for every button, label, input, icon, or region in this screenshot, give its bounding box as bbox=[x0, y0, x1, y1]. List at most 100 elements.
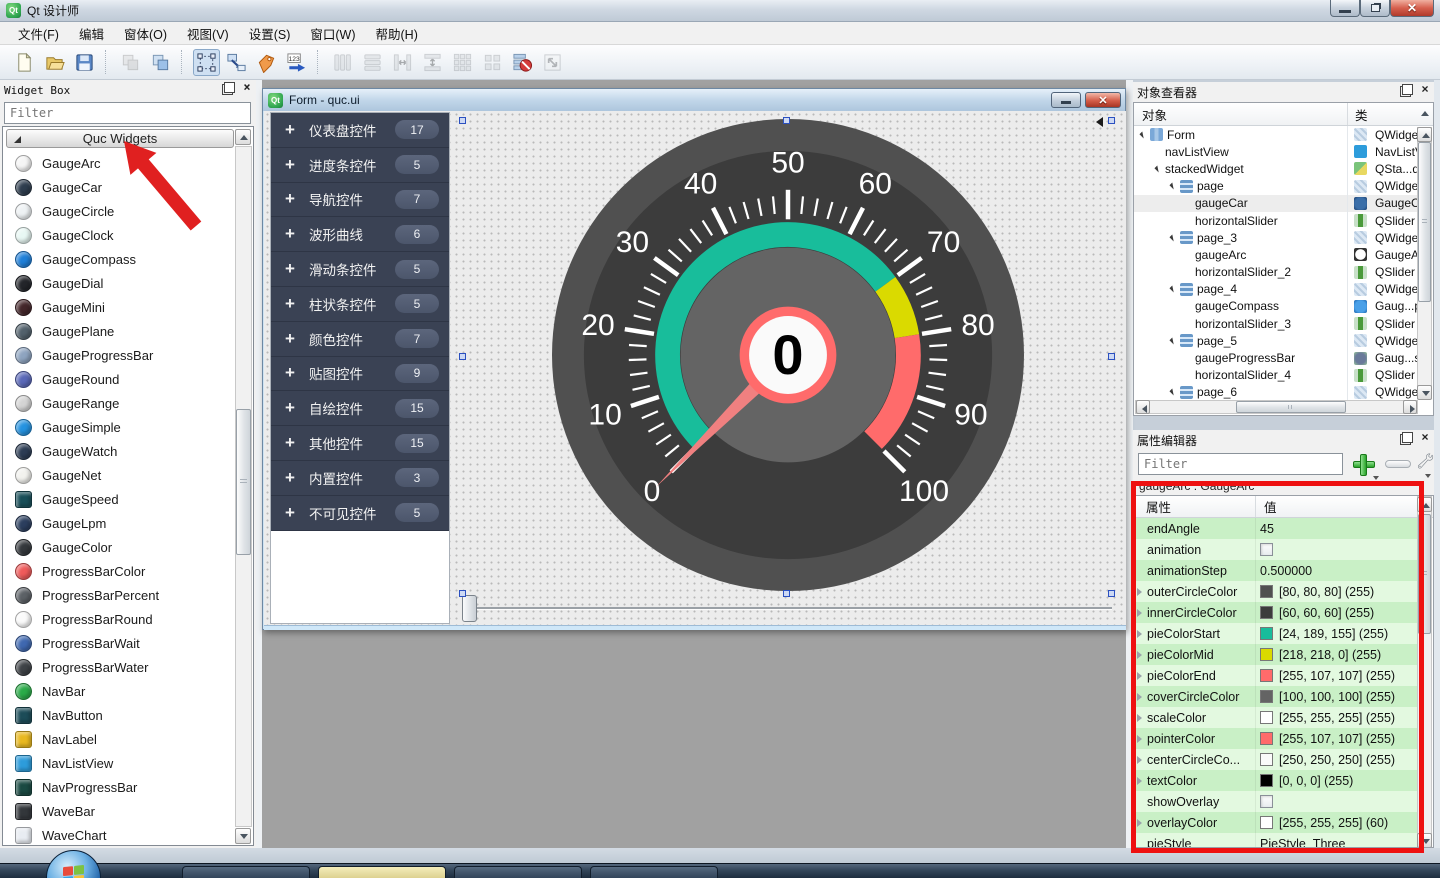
expander-icon[interactable] bbox=[1137, 777, 1142, 785]
selection-handle[interactable] bbox=[1108, 117, 1115, 124]
property-row-scaleColor[interactable]: scaleColor[255, 255, 255] (255) bbox=[1134, 707, 1420, 728]
menu-item-3[interactable]: 视图(V) bbox=[177, 21, 239, 46]
property-value-cell[interactable]: [250, 250, 250] (255) bbox=[1256, 749, 1420, 770]
property-value-cell[interactable]: [255, 107, 107] (255) bbox=[1256, 665, 1420, 686]
property-value-cell[interactable]: 45 bbox=[1256, 518, 1420, 539]
checkbox-unchecked[interactable] bbox=[1260, 795, 1273, 808]
break-layout-button[interactable] bbox=[509, 49, 536, 76]
widget-item-ProgressBarWait[interactable]: ProgressBarWait bbox=[5, 631, 235, 655]
object-tree-row-gaugeArc[interactable]: gaugeArcGaugeA bbox=[1134, 246, 1420, 263]
menu-item-4[interactable]: 设置(S) bbox=[239, 21, 301, 46]
widget-item-GaugeSpeed[interactable]: GaugeSpeed bbox=[5, 487, 235, 511]
object-tree-vscrollbar[interactable] bbox=[1417, 127, 1432, 399]
widget-item-GaugeLpm[interactable]: GaugeLpm bbox=[5, 511, 235, 535]
selection-handle[interactable] bbox=[783, 117, 790, 124]
property-row-overlayColor[interactable]: overlayColor[255, 255, 255] (60) bbox=[1134, 812, 1420, 833]
close-button[interactable]: ✕ bbox=[1390, 0, 1434, 17]
taskbar-button[interactable] bbox=[590, 866, 718, 878]
nav-item-5[interactable]: +柱状条控件5 bbox=[271, 287, 449, 322]
widget-item-GaugeMini[interactable]: GaugeMini bbox=[5, 295, 235, 319]
scroll-down-button[interactable] bbox=[235, 828, 251, 844]
form-minimize-button[interactable] bbox=[1051, 92, 1081, 108]
nav-item-0[interactable]: +仪表盘控件17 bbox=[271, 113, 449, 148]
close-panel-icon[interactable]: × bbox=[1419, 432, 1431, 444]
widget-item-GaugeProgressBar[interactable]: GaugeProgressBar bbox=[5, 343, 235, 367]
widget-item-WaveBar[interactable]: WaveBar bbox=[5, 799, 235, 823]
widget-category-header[interactable]: Quc Widgets bbox=[6, 129, 234, 148]
object-tree-row-page_4[interactable]: page_4QWidge bbox=[1134, 281, 1420, 298]
property-value-cell[interactable]: [255, 255, 255] (255) bbox=[1256, 707, 1420, 728]
property-value-cell[interactable]: [80, 80, 80] (255) bbox=[1256, 581, 1420, 602]
widget-item-ProgressBarColor[interactable]: ProgressBarColor bbox=[5, 559, 235, 583]
new-file-button[interactable] bbox=[11, 49, 38, 76]
object-tree-row-gaugeProgressBar[interactable]: gaugeProgressBarGaug...s bbox=[1134, 349, 1420, 366]
widget-item-ProgressBarPercent[interactable]: ProgressBarPercent bbox=[5, 583, 235, 607]
property-row-pieColorMid[interactable]: pieColorMid[218, 218, 0] (255) bbox=[1134, 644, 1420, 665]
expander-icon[interactable] bbox=[1154, 165, 1161, 172]
widget-list-scrollbar[interactable] bbox=[235, 146, 252, 827]
column-class[interactable]: 类 bbox=[1348, 105, 1368, 124]
widget-item-WaveChart[interactable]: WaveChart bbox=[5, 823, 235, 847]
property-value-cell[interactable]: [24, 189, 155] (255) bbox=[1256, 623, 1420, 644]
gauge-arc-widget[interactable]: 01020304050607080901000 bbox=[548, 115, 1028, 595]
scroll-up-button[interactable] bbox=[235, 129, 251, 145]
property-editor-titlebar[interactable]: 属性编辑器 × bbox=[1133, 430, 1434, 450]
expander-icon[interactable] bbox=[1137, 714, 1142, 722]
nav-item-4[interactable]: +滑动条控件5 bbox=[271, 252, 449, 287]
scrollbar-thumb[interactable] bbox=[236, 409, 251, 555]
expander-icon[interactable] bbox=[1137, 609, 1142, 617]
form-canvas[interactable]: +仪表盘控件17+进度条控件5+导航控件7+波形曲线6+滑动条控件5+柱状条控件… bbox=[264, 111, 1126, 625]
property-value-cell[interactable]: 0.500000 bbox=[1256, 560, 1420, 581]
scrollbar-thumb[interactable] bbox=[1418, 514, 1431, 634]
property-value-cell[interactable]: [0, 0, 0] (255) bbox=[1256, 770, 1420, 791]
widget-item-GaugeWatch[interactable]: GaugeWatch bbox=[5, 439, 235, 463]
float-panel-icon[interactable] bbox=[1402, 432, 1413, 443]
open-file-button[interactable] bbox=[41, 49, 68, 76]
horizontal-slider-handle[interactable] bbox=[462, 595, 477, 622]
scroll-down-button[interactable] bbox=[1417, 385, 1432, 400]
widget-item-GaugeArc[interactable]: GaugeArc bbox=[5, 151, 235, 175]
remove-dynamic-property-button[interactable] bbox=[1385, 460, 1411, 468]
edit-signals-slots-button[interactable] bbox=[223, 49, 250, 76]
nav-item-9[interactable]: +其他控件15 bbox=[271, 426, 449, 461]
nav-item-6[interactable]: +颜色控件7 bbox=[271, 322, 449, 357]
nav-item-10[interactable]: +内置控件3 bbox=[271, 461, 449, 496]
object-tree-row-horizontalSlider_2[interactable]: horizontalSlider_2QSlider bbox=[1134, 264, 1420, 281]
widget-item-GaugeNet[interactable]: GaugeNet bbox=[5, 463, 235, 487]
taskbar-button[interactable] bbox=[182, 866, 310, 878]
selection-handle[interactable] bbox=[1108, 590, 1115, 597]
object-tree-row-navListView[interactable]: navListViewNavListV bbox=[1134, 143, 1420, 160]
widget-item-GaugeClock[interactable]: GaugeClock bbox=[5, 223, 235, 247]
object-tree-header[interactable]: 对象 类 bbox=[1134, 103, 1433, 126]
widget-item-NavProgressBar[interactable]: NavProgressBar bbox=[5, 775, 235, 799]
expander-icon[interactable] bbox=[1139, 131, 1146, 138]
property-row-textColor[interactable]: textColor[0, 0, 0] (255) bbox=[1134, 770, 1420, 791]
float-panel-icon[interactable] bbox=[224, 82, 235, 93]
expander-icon[interactable] bbox=[1137, 630, 1142, 638]
save-file-button[interactable] bbox=[71, 49, 98, 76]
object-tree-row-page_3[interactable]: page_3QWidge bbox=[1134, 229, 1420, 246]
widget-item-GaugeDial[interactable]: GaugeDial bbox=[5, 271, 235, 295]
property-row-centerCircleCo...[interactable]: centerCircleCo...[250, 250, 250] (255) bbox=[1134, 749, 1420, 770]
expander-icon[interactable] bbox=[1137, 651, 1142, 659]
widget-item-GaugeRound[interactable]: GaugeRound bbox=[5, 367, 235, 391]
expander-icon[interactable] bbox=[1169, 337, 1176, 344]
expander-icon[interactable] bbox=[1169, 286, 1176, 293]
expander-icon[interactable] bbox=[1137, 819, 1142, 827]
edit-widgets-button[interactable] bbox=[193, 49, 220, 76]
nav-item-8[interactable]: +自绘控件15 bbox=[271, 391, 449, 426]
expander-icon[interactable] bbox=[1137, 756, 1142, 764]
menu-item-1[interactable]: 编辑 bbox=[69, 21, 114, 46]
horizontal-slider-groove[interactable] bbox=[472, 607, 1112, 610]
column-value[interactable]: 值 bbox=[1256, 497, 1277, 516]
property-row-animation[interactable]: animation bbox=[1134, 539, 1420, 560]
property-row-pieColorStart[interactable]: pieColorStart[24, 189, 155] (255) bbox=[1134, 623, 1420, 644]
object-tree-row-page_5[interactable]: page_5QWidge bbox=[1134, 332, 1420, 349]
widget-item-NavLabel[interactable]: NavLabel bbox=[5, 727, 235, 751]
object-tree-row-Form[interactable]: FormQWidge bbox=[1134, 126, 1420, 143]
expander-icon[interactable] bbox=[1169, 389, 1176, 396]
widget-item-ProgressBarRound[interactable]: ProgressBarRound bbox=[5, 607, 235, 631]
float-panel-icon[interactable] bbox=[1402, 84, 1413, 95]
property-value-cell[interactable]: [218, 218, 0] (255) bbox=[1256, 644, 1420, 665]
expander-icon[interactable] bbox=[1169, 183, 1176, 190]
